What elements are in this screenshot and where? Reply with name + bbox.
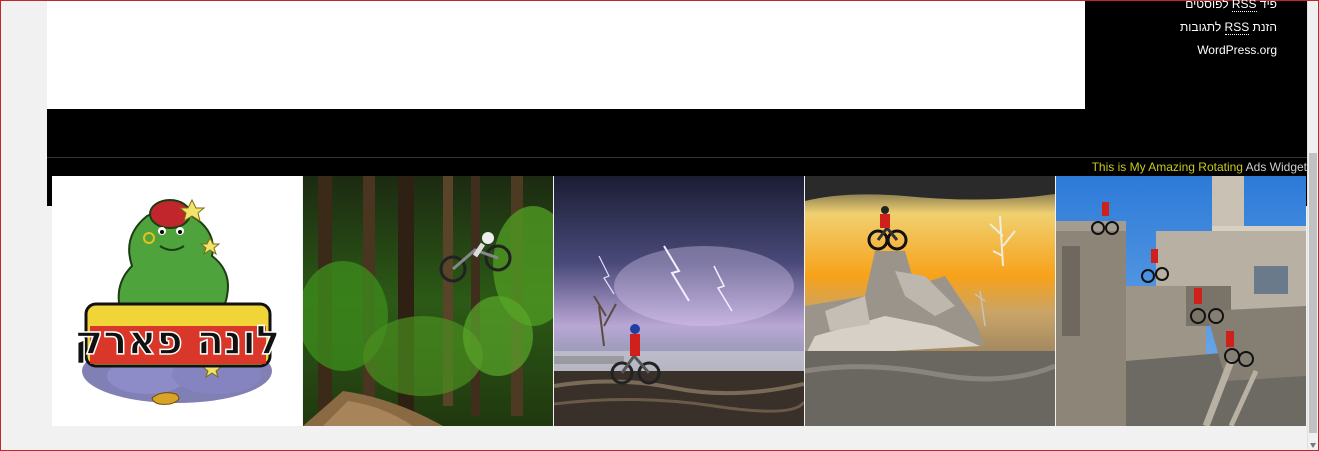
ad-building-trial[interactable] [1056,176,1306,426]
scroll-down-arrow-icon[interactable] [1310,443,1316,448]
ad-storm-rider[interactable] [554,176,804,426]
ruins-bike-trial-image [805,176,1055,426]
content-area [47,1,1085,109]
rotating-ads-row: לונה פארק [52,176,1306,426]
luna-park-logo-image: לונה פארק [52,176,302,426]
meta-sidebar: פיד RSS לפוסטים הזנת RSS לתגובות WordPre… [1085,0,1307,109]
vertical-scrollbar[interactable] [1307,1,1317,450]
ads-widget-header: This is My Amazing Rotating Ads Widget [47,157,1307,176]
wordpress-org-link[interactable]: WordPress.org [1085,39,1277,62]
forest-bike-jump-image [303,176,553,426]
storm-bike-rider-image [554,176,804,426]
luna-park-logo-text: לונה פארק [74,318,280,364]
ad-forest-jump[interactable] [303,176,553,426]
ad-luna-park[interactable]: לונה פארק [52,176,302,426]
footer-band [47,109,1307,157]
entries-rss-link[interactable]: פיד RSS לפוסטים [1085,0,1277,16]
ads-widget-title: This is My Amazing Rotating Ads Widget [1091,160,1307,174]
scrollbar-thumb[interactable] [1309,153,1317,433]
comments-rss-link[interactable]: הזנת RSS לתגובות [1085,16,1277,39]
building-bike-trial-image [1056,176,1306,426]
ad-ruins-trial[interactable] [805,176,1055,426]
